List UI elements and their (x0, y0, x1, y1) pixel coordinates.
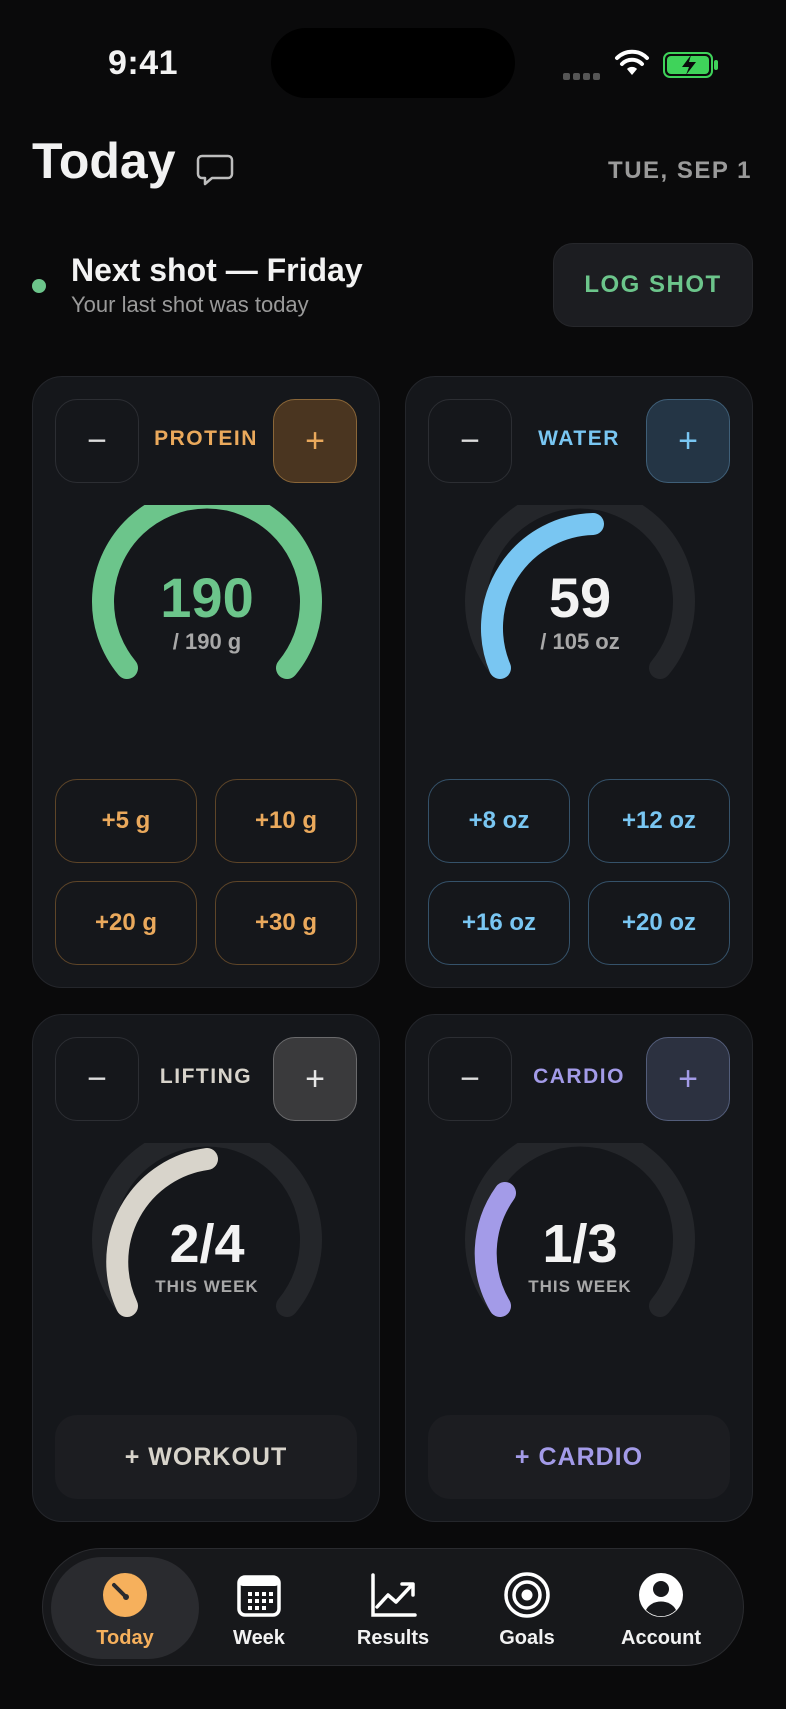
water-card: − WATER + 59 / 105 oz +8 oz +12 oz +16 o… (405, 376, 753, 988)
add-workout-button[interactable]: + WORKOUT (55, 1415, 357, 1499)
protein-increment-button[interactable]: + (273, 399, 357, 483)
water-gauge: 59 / 105 oz (460, 486, 700, 715)
lifting-gauge: 2/4 THIS WEEK (87, 1124, 327, 1353)
tab-label: Week (233, 1627, 285, 1649)
calendar-icon (237, 1575, 281, 1617)
trend-chart-icon (371, 1573, 417, 1617)
tab-label: Today (96, 1627, 154, 1649)
next-shot-subtitle: Your last shot was today (71, 292, 309, 317)
tab-bar: Today Week Results Goals Account (42, 1548, 744, 1666)
tab-week[interactable]: Week (185, 1557, 333, 1659)
tab-goals[interactable]: Goals (453, 1557, 601, 1659)
person-icon (639, 1573, 683, 1617)
battery-charging-icon (663, 52, 718, 78)
protein-value: 190 (160, 566, 254, 629)
lifting-card: − LIFTING + 2/4 THIS WEEK + WORKOUT (32, 1014, 380, 1522)
protein-card: − PROTEIN + 190 / 190 g +5 g +10 g +20 g… (32, 376, 380, 988)
water-goal: / 105 oz (540, 629, 620, 654)
lifting-sub-text: THIS WEEK (155, 1277, 259, 1296)
cellular-signal-icon (563, 67, 603, 80)
protein-quick-add-button[interactable]: +30 g (215, 881, 357, 965)
protein-quick-add-button[interactable]: +5 g (55, 779, 197, 863)
current-date: TUE, SEP 1 (608, 157, 752, 184)
gauge-icon (103, 1573, 147, 1617)
protein-gauge: 190 / 190 g (87, 486, 327, 715)
water-increment-button[interactable]: + (646, 399, 730, 483)
tab-today[interactable]: Today (51, 1557, 199, 1659)
cardio-card: − CARDIO + 1/3 THIS WEEK + CARDIO (405, 1014, 753, 1522)
status-time: 9:41 (108, 44, 179, 82)
page-title: Today (32, 133, 176, 189)
tab-account[interactable]: Account (587, 1557, 735, 1659)
water-quick-add-button[interactable]: +20 oz (588, 881, 730, 965)
dynamic-island (271, 28, 515, 98)
tab-results[interactable]: Results (319, 1557, 467, 1659)
water-quick-add-button[interactable]: +12 oz (588, 779, 730, 863)
log-shot-button[interactable]: LOG SHOT (553, 243, 753, 327)
wifi-icon (615, 49, 649, 75)
lifting-increment-button[interactable]: + (273, 1037, 357, 1121)
status-bar: 9:41 (0, 0, 786, 120)
chat-bubble-icon[interactable] (196, 152, 234, 188)
target-icon (504, 1572, 550, 1618)
cardio-increment-button[interactable]: + (646, 1037, 730, 1121)
protein-quick-add-button[interactable]: +10 g (215, 779, 357, 863)
tab-label: Results (356, 1627, 430, 1649)
add-cardio-button[interactable]: + CARDIO (428, 1415, 730, 1499)
tab-label: Account (621, 1627, 701, 1649)
water-quick-add-button[interactable]: +8 oz (428, 779, 570, 863)
water-quick-add-button[interactable]: +16 oz (428, 881, 570, 965)
cardio-gauge: 1/3 THIS WEEK (460, 1124, 700, 1353)
protein-quick-add-button[interactable]: +20 g (55, 881, 197, 965)
protein-goal: / 190 g (172, 629, 242, 654)
water-value: 59 (548, 566, 612, 629)
tab-label: Goals (499, 1627, 555, 1649)
status-dot (32, 279, 46, 293)
lifting-value: 2/4 (169, 1214, 245, 1274)
cardio-sub-text: THIS WEEK (528, 1277, 632, 1296)
cardio-value: 1/3 (542, 1214, 618, 1274)
next-shot-title: Next shot — Friday (71, 252, 363, 288)
